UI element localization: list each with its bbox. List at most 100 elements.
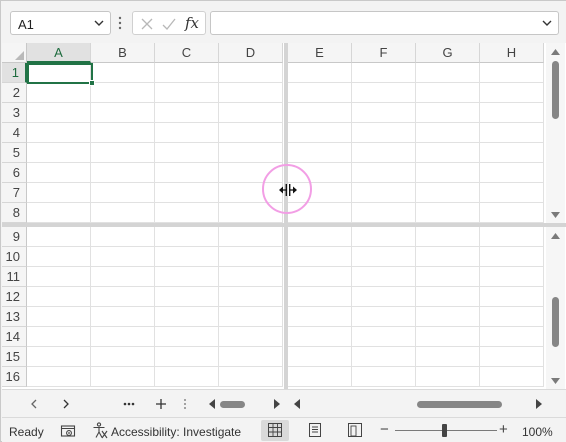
- zoom-out-button[interactable]: −: [380, 421, 389, 438]
- column-header-D[interactable]: D: [219, 43, 283, 63]
- cell-H11[interactable]: [480, 267, 544, 287]
- cell-D3[interactable]: [219, 103, 283, 123]
- cell-H16[interactable]: [480, 367, 544, 387]
- cell-B7[interactable]: [91, 183, 155, 203]
- cell-A5[interactable]: [27, 143, 91, 163]
- cell-A15[interactable]: [27, 347, 91, 367]
- scroll-up-icon[interactable]: [550, 231, 561, 241]
- cell-A8[interactable]: [27, 203, 91, 223]
- cell-G10[interactable]: [416, 247, 480, 267]
- cell-H10[interactable]: [480, 247, 544, 267]
- cell-F2[interactable]: [352, 83, 416, 103]
- cell-C1[interactable]: [155, 63, 219, 83]
- cell-C15[interactable]: [155, 347, 219, 367]
- cell-F12[interactable]: [352, 287, 416, 307]
- cell-A4[interactable]: [27, 123, 91, 143]
- row-header-15[interactable]: 15: [2, 347, 27, 367]
- cell-B6[interactable]: [91, 163, 155, 183]
- cell-E13[interactable]: [288, 307, 352, 327]
- cell-H6[interactable]: [480, 163, 544, 183]
- cell-F10[interactable]: [352, 247, 416, 267]
- zoom-in-button[interactable]: +: [499, 421, 508, 438]
- vertical-split-bar[interactable]: [284, 43, 288, 417]
- more-vertical-icon[interactable]: [182, 398, 188, 410]
- chevron-down-icon[interactable]: [92, 16, 106, 30]
- row-header-1[interactable]: 1: [2, 63, 27, 83]
- cell-A13[interactable]: [27, 307, 91, 327]
- select-all-icon[interactable]: [2, 43, 27, 63]
- cell-F7[interactable]: [352, 183, 416, 203]
- cell-G1[interactable]: [416, 63, 480, 83]
- cell-H12[interactable]: [480, 287, 544, 307]
- cell-E14[interactable]: [288, 327, 352, 347]
- cell-B11[interactable]: [91, 267, 155, 287]
- cell-F14[interactable]: [352, 327, 416, 347]
- cell-H5[interactable]: [480, 143, 544, 163]
- cell-D14[interactable]: [219, 327, 283, 347]
- cell-H15[interactable]: [480, 347, 544, 367]
- chevron-right-icon[interactable]: [60, 398, 72, 410]
- cell-E5[interactable]: [288, 143, 352, 163]
- cell-C8[interactable]: [155, 203, 219, 223]
- cell-G7[interactable]: [416, 183, 480, 203]
- cell-H7[interactable]: [480, 183, 544, 203]
- normal-view-button[interactable]: [261, 420, 289, 441]
- cell-A6[interactable]: [27, 163, 91, 183]
- cell-A7[interactable]: [27, 183, 91, 203]
- cell-F11[interactable]: [352, 267, 416, 287]
- cell-H4[interactable]: [480, 123, 544, 143]
- row-header-9[interactable]: 9: [2, 227, 27, 247]
- cell-C3[interactable]: [155, 103, 219, 123]
- pane-bottom-right[interactable]: [288, 227, 546, 389]
- column-header-F[interactable]: F: [352, 43, 416, 63]
- cell-C5[interactable]: [155, 143, 219, 163]
- cell-E16[interactable]: [288, 367, 352, 387]
- cell-F15[interactable]: [352, 347, 416, 367]
- cell-B1[interactable]: [91, 63, 155, 83]
- horizontal-scroll-thumb-left[interactable]: [220, 401, 245, 408]
- column-header-C[interactable]: C: [155, 43, 219, 63]
- column-header-G[interactable]: G: [416, 43, 480, 63]
- cell-F4[interactable]: [352, 123, 416, 143]
- scroll-down-icon[interactable]: [550, 376, 561, 386]
- cell-F13[interactable]: [352, 307, 416, 327]
- cell-D16[interactable]: [219, 367, 283, 387]
- cell-C11[interactable]: [155, 267, 219, 287]
- cancel-icon[interactable]: [139, 16, 155, 32]
- cell-D12[interactable]: [219, 287, 283, 307]
- cell-E3[interactable]: [288, 103, 352, 123]
- cell-C2[interactable]: [155, 83, 219, 103]
- cell-A11[interactable]: [27, 267, 91, 287]
- column-header-B[interactable]: B: [91, 43, 155, 63]
- cell-F3[interactable]: [352, 103, 416, 123]
- cell-D10[interactable]: [219, 247, 283, 267]
- cell-A3[interactable]: [27, 103, 91, 123]
- row-header-16[interactable]: 16: [2, 367, 27, 387]
- cell-D13[interactable]: [219, 307, 283, 327]
- cell-A9[interactable]: [27, 227, 91, 247]
- pane-top-right[interactable]: EFGH: [288, 43, 546, 223]
- vertical-scrollbar-top[interactable]: [546, 43, 565, 223]
- cell-A10[interactable]: [27, 247, 91, 267]
- cell-E15[interactable]: [288, 347, 352, 367]
- cell-B4[interactable]: [91, 123, 155, 143]
- row-header-4[interactable]: 4: [2, 123, 27, 143]
- cell-B14[interactable]: [91, 327, 155, 347]
- name-box[interactable]: A1: [10, 11, 111, 35]
- cell-H13[interactable]: [480, 307, 544, 327]
- cell-G3[interactable]: [416, 103, 480, 123]
- cell-G6[interactable]: [416, 163, 480, 183]
- row-header-3[interactable]: 3: [2, 103, 27, 123]
- row-header-8[interactable]: 8: [2, 203, 27, 223]
- cell-E1[interactable]: [288, 63, 352, 83]
- cell-G5[interactable]: [416, 143, 480, 163]
- scroll-left-icon[interactable]: [206, 398, 218, 410]
- cell-D11[interactable]: [219, 267, 283, 287]
- cell-G8[interactable]: [416, 203, 480, 223]
- chevron-down-icon[interactable]: [540, 16, 554, 30]
- cell-C4[interactable]: [155, 123, 219, 143]
- cell-B10[interactable]: [91, 247, 155, 267]
- pane-bottom-left[interactable]: 9 10 11 12 13 14 15 16: [2, 227, 284, 389]
- cell-E4[interactable]: [288, 123, 352, 143]
- vertical-scrollbar-bottom[interactable]: [546, 227, 565, 389]
